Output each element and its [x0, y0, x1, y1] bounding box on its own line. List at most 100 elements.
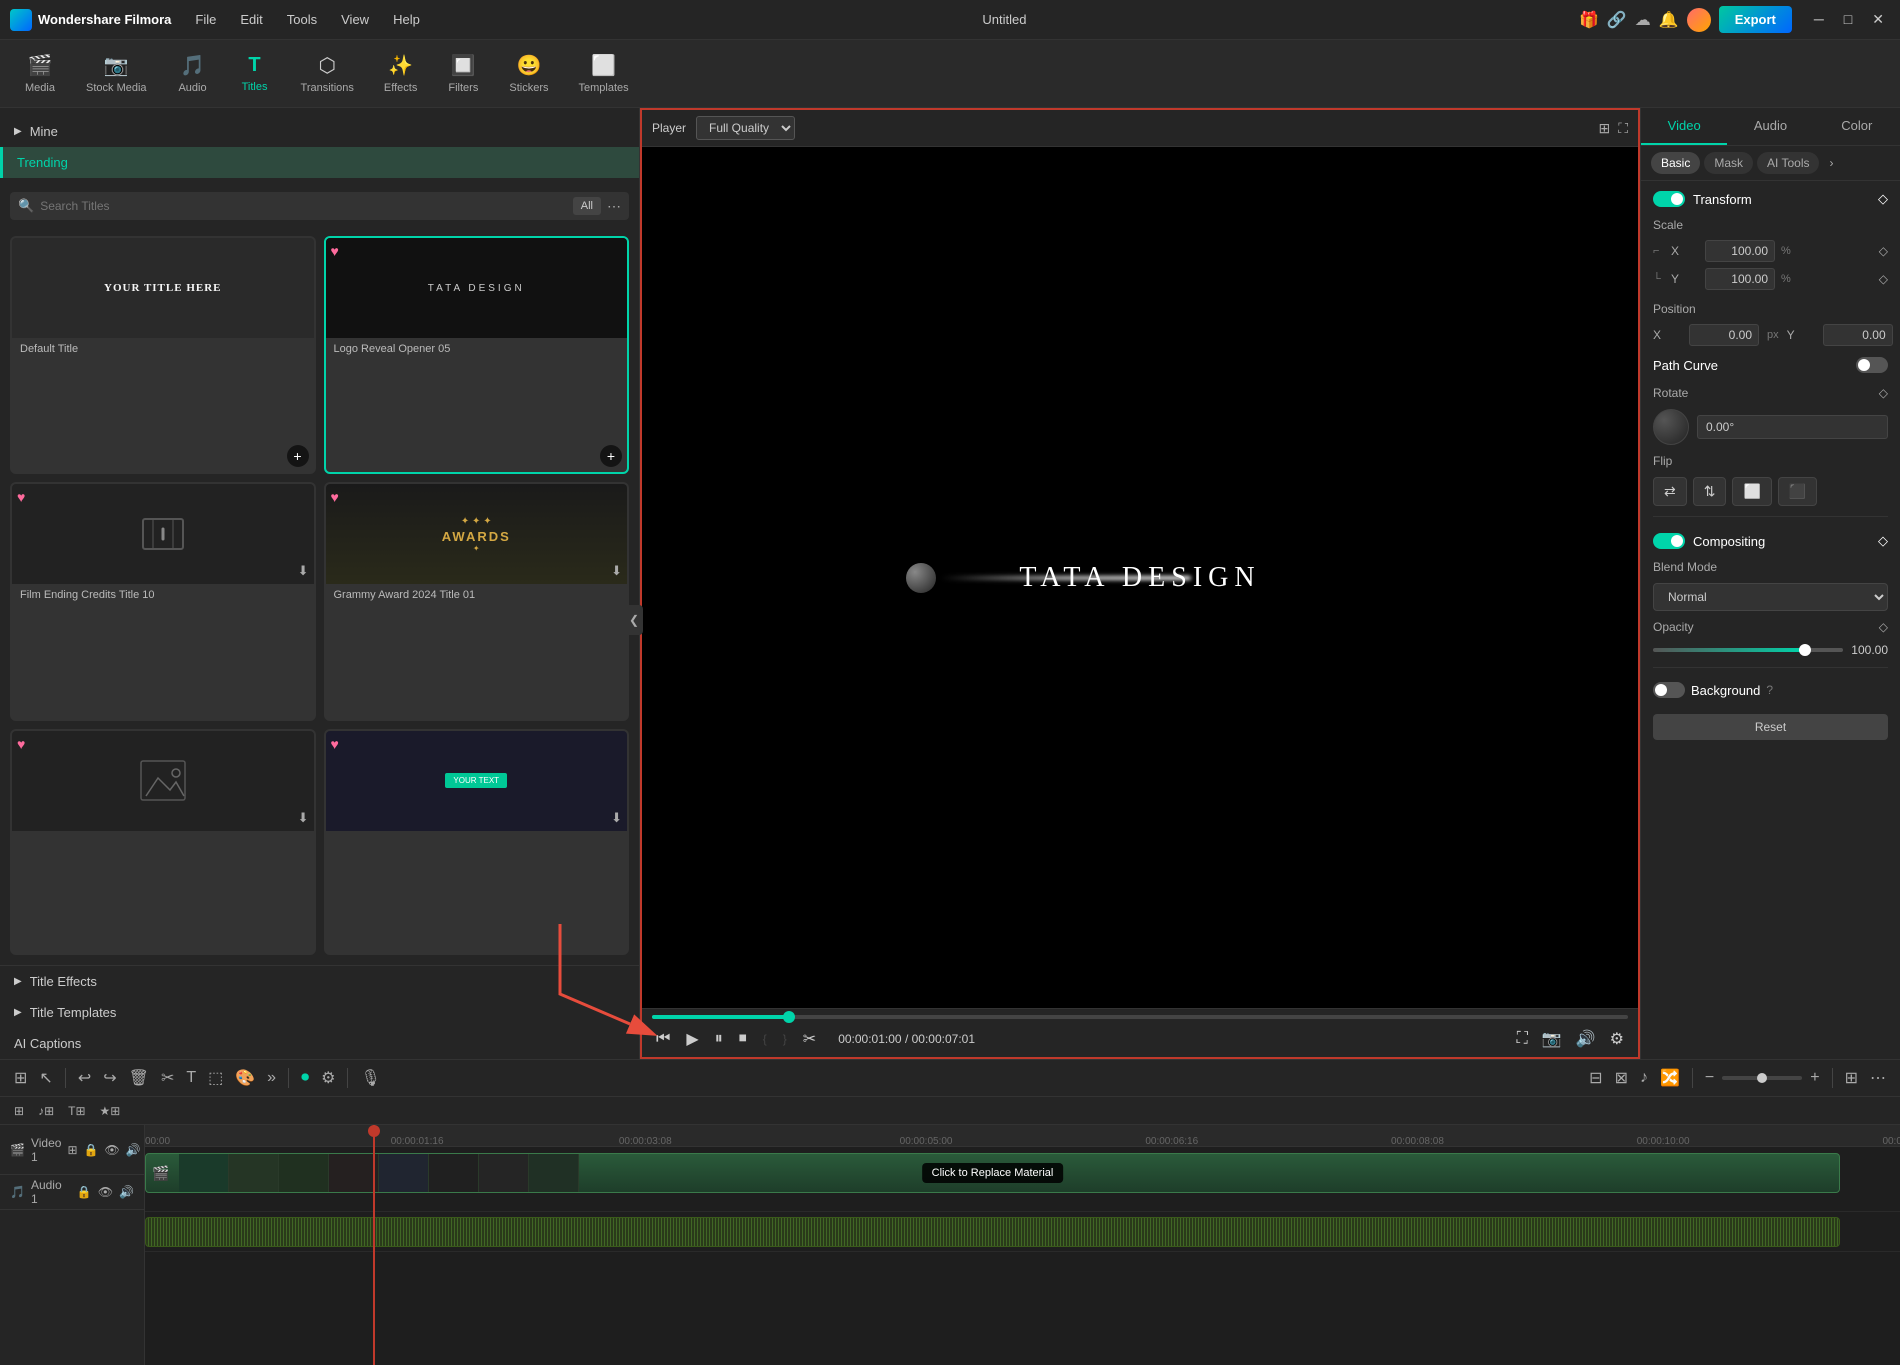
- tool-filters[interactable]: 🔲 Filters: [433, 47, 493, 100]
- tl-split-audio[interactable]: 🔀: [1656, 1066, 1684, 1090]
- add-logo-reveal-button[interactable]: +: [600, 445, 622, 467]
- audio-clip[interactable]: [145, 1217, 1840, 1247]
- background-toggle[interactable]: [1653, 682, 1685, 698]
- tl-audio-extract[interactable]: ♪: [1636, 1067, 1652, 1089]
- tl-crop[interactable]: ⬚: [204, 1066, 227, 1090]
- sidebar-item-trending[interactable]: Trending: [0, 147, 639, 178]
- tool-effects[interactable]: ✨ Effects: [370, 47, 431, 100]
- export-button[interactable]: Export: [1719, 6, 1792, 33]
- position-x-input[interactable]: [1689, 324, 1759, 346]
- video-track-speaker[interactable]: 🔊: [126, 1143, 141, 1157]
- tl-zoom-in[interactable]: +: [1806, 1067, 1823, 1089]
- tab-audio[interactable]: Audio: [1727, 108, 1813, 145]
- video-track-lock[interactable]: 🔒: [84, 1143, 99, 1157]
- avatar[interactable]: [1687, 8, 1711, 32]
- tl-add-text-track[interactable]: T⊞: [64, 1102, 89, 1120]
- tool-transitions[interactable]: ⬡ Transitions: [287, 47, 368, 100]
- screenshot-button[interactable]: 📷: [1538, 1027, 1566, 1051]
- opacity-slider-track[interactable]: [1653, 648, 1843, 652]
- sidebar-item-title-effects[interactable]: ▶ Title Effects: [0, 966, 639, 997]
- minimize-button[interactable]: ─: [1808, 9, 1830, 30]
- rotate-input[interactable]: [1697, 415, 1888, 439]
- menu-file[interactable]: File: [185, 8, 226, 31]
- reset-button[interactable]: Reset: [1653, 714, 1888, 740]
- menu-edit[interactable]: Edit: [230, 8, 272, 31]
- tl-color[interactable]: 🎨: [231, 1066, 259, 1090]
- tl-more-options[interactable]: ⋯: [1866, 1066, 1890, 1090]
- video-track-eye[interactable]: 👁: [104, 1143, 119, 1157]
- grid-view-icon[interactable]: ⊞: [1598, 120, 1610, 137]
- blend-mode-select[interactable]: Normal Multiply Screen: [1653, 583, 1888, 611]
- compositing-toggle[interactable]: [1653, 533, 1685, 549]
- zoom-slider[interactable]: [1722, 1076, 1802, 1080]
- preview-canvas[interactable]: TATA DESIGN: [642, 147, 1638, 1008]
- scale-y-input[interactable]: [1705, 268, 1775, 290]
- subtabs-more[interactable]: ›: [1823, 152, 1839, 174]
- tool-stock[interactable]: 📷 Stock Media: [72, 47, 161, 100]
- tl-grid-view[interactable]: ⊞: [1841, 1066, 1862, 1090]
- notification-icon[interactable]: 🔔: [1659, 10, 1679, 30]
- skip-back-button[interactable]: ⏮: [652, 1028, 674, 1050]
- subtab-mask[interactable]: Mask: [1704, 152, 1753, 174]
- fullscreen-icon[interactable]: ⛶: [1618, 120, 1628, 137]
- close-button[interactable]: ✕: [1866, 9, 1890, 30]
- path-curve-toggle[interactable]: [1856, 357, 1888, 373]
- tl-record[interactable]: ⏺: [297, 1067, 313, 1089]
- tl-select-tool[interactable]: ↖: [35, 1066, 56, 1090]
- subtab-basic[interactable]: Basic: [1651, 152, 1700, 174]
- help-icon[interactable]: ?: [1766, 683, 1773, 697]
- video-clip[interactable]: 🎬 Click to Replace Material: [145, 1153, 1840, 1193]
- flip-option-4[interactable]: ⬛: [1778, 477, 1817, 506]
- tl-split-view[interactable]: ⊟: [1585, 1066, 1606, 1090]
- fit-screen-button[interactable]: ⛶: [1513, 1027, 1532, 1051]
- tl-detach[interactable]: ⊠: [1611, 1066, 1632, 1090]
- tl-undo[interactable]: ↩: [74, 1066, 95, 1090]
- tl-text[interactable]: T: [182, 1067, 200, 1089]
- tool-templates[interactable]: ⬜ Templates: [564, 47, 642, 100]
- title-card-default[interactable]: YOUR TITLE HERE + Default Title: [10, 236, 316, 474]
- title-card-grammy[interactable]: ♥ ✦ ✦ ✦ AWARDS ✦ ⬇ Grammy Award 2024 Tit…: [324, 482, 630, 720]
- tool-audio[interactable]: 🎵 Audio: [163, 47, 223, 100]
- search-input[interactable]: [40, 199, 567, 213]
- tab-video[interactable]: Video: [1641, 108, 1727, 145]
- tab-color[interactable]: Color: [1814, 108, 1900, 145]
- maximize-button[interactable]: □: [1838, 9, 1858, 30]
- gift-icon[interactable]: 🎁: [1579, 10, 1599, 30]
- flip-option-3[interactable]: ⬜: [1732, 477, 1771, 506]
- audio-track-speaker[interactable]: 🔊: [119, 1185, 134, 1199]
- rotate-wheel[interactable]: [1653, 409, 1689, 445]
- title-card-film-credits[interactable]: ♥ ⬇ Film Ending Credits Title 10: [10, 482, 316, 720]
- tl-add-special-track[interactable]: ★⊞: [96, 1102, 125, 1120]
- collapse-panel-button[interactable]: ❮: [625, 605, 643, 635]
- title-card-logo-reveal[interactable]: ♥ TATA DESIGN + Logo Reveal Opener 05: [324, 236, 630, 474]
- cloud-icon[interactable]: ☁: [1635, 10, 1651, 30]
- tl-add-track[interactable]: ⊞: [10, 1066, 31, 1090]
- transform-toggle[interactable]: [1653, 191, 1685, 207]
- filter-dropdown[interactable]: All: [573, 197, 601, 215]
- more-options-icon[interactable]: ⋯: [607, 198, 621, 215]
- stop-button[interactable]: ⏹: [735, 1028, 751, 1050]
- quality-select[interactable]: Full Quality: [696, 116, 795, 140]
- tool-media[interactable]: 🎬 Media: [10, 47, 70, 100]
- title-card-5[interactable]: ♥ ⬇: [10, 729, 316, 955]
- subtab-ai-tools[interactable]: AI Tools: [1757, 152, 1819, 174]
- add-default-title-button[interactable]: +: [287, 445, 309, 467]
- trim-button[interactable]: ✂: [799, 1027, 820, 1051]
- menu-tools[interactable]: Tools: [277, 8, 327, 31]
- share-icon[interactable]: 🔗: [1607, 10, 1627, 30]
- tl-redo[interactable]: ↪: [99, 1066, 120, 1090]
- tool-titles[interactable]: T Titles: [225, 48, 285, 99]
- flip-vertical-button[interactable]: ⇅: [1693, 477, 1727, 506]
- play-button[interactable]: ▶: [682, 1027, 702, 1051]
- position-y-input[interactable]: [1823, 324, 1893, 346]
- tl-audio-record[interactable]: 🎙: [356, 1066, 384, 1090]
- scale-x-input[interactable]: [1705, 240, 1775, 262]
- tool-stickers[interactable]: 😀 Stickers: [495, 47, 562, 100]
- tl-add-audio-track[interactable]: ♪⊞: [34, 1102, 58, 1120]
- flip-horizontal-button[interactable]: ⇄: [1653, 477, 1687, 506]
- add-video-icon[interactable]: ⊞: [67, 1143, 77, 1157]
- sidebar-item-ai-captions[interactable]: AI Captions: [0, 1028, 639, 1059]
- tl-more[interactable]: »: [263, 1067, 280, 1089]
- audio-track-lock[interactable]: 🔒: [77, 1185, 92, 1199]
- settings-button[interactable]: ⚙: [1606, 1027, 1628, 1051]
